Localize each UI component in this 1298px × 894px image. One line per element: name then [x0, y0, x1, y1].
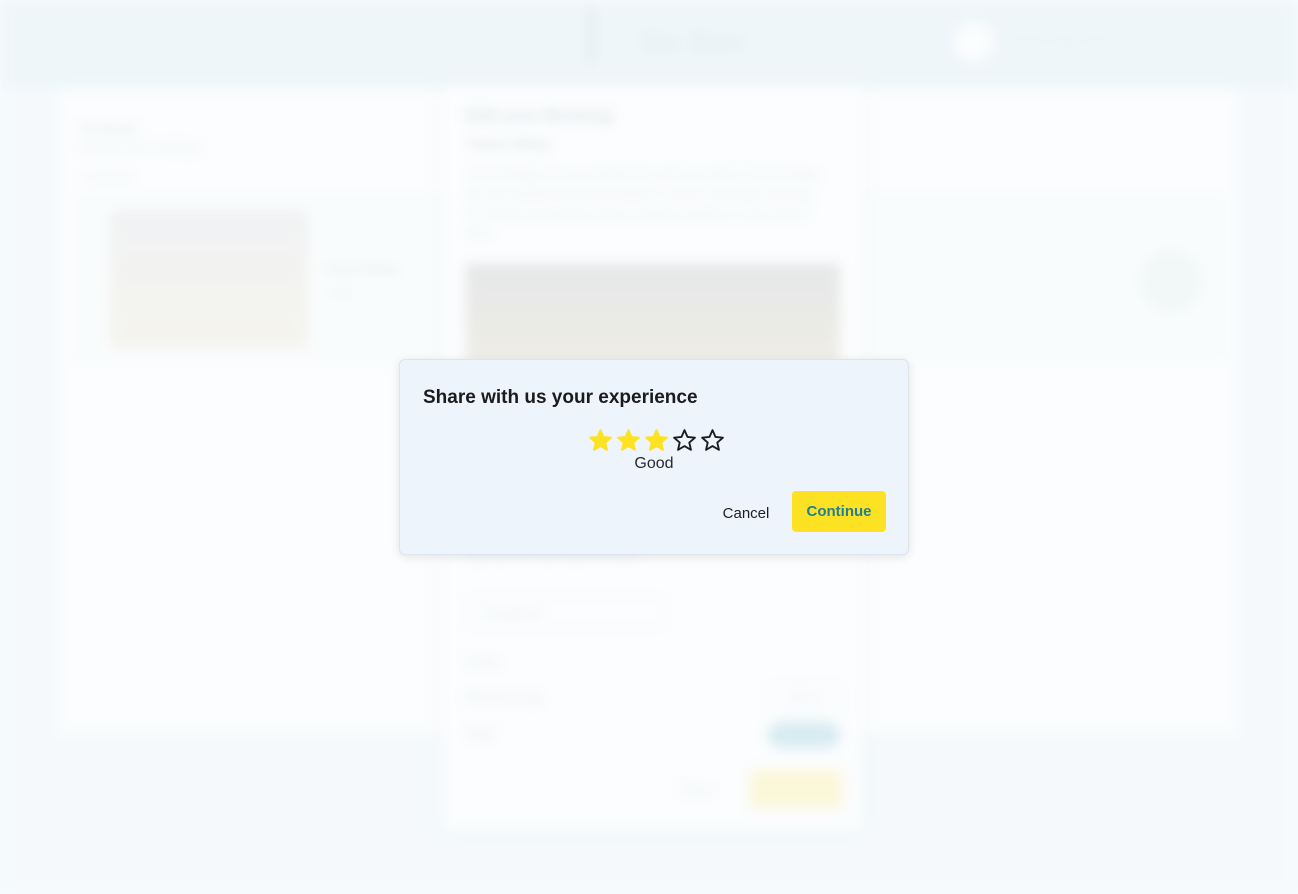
cancel-button[interactable]: Cancel	[710, 493, 782, 533]
page-title: Bookings	[80, 120, 138, 136]
listing-title: Tourist Sittling	[324, 262, 399, 276]
property-name: Tiwuk Sittlay	[466, 136, 552, 152]
dialog-title: Share with us your experience	[423, 387, 698, 408]
property-description: Tourist Sittlay lends an intimate life c…	[466, 167, 822, 241]
continue-button[interactable]: Continue	[792, 491, 886, 532]
brand-logo-icon	[588, 6, 628, 62]
listing-duration: 3 days	[324, 288, 357, 300]
property-photo	[466, 264, 840, 364]
top-navbar: Go Sun Sandra Klug Huber	[0, 0, 1298, 88]
star-filled-icon[interactable]	[642, 426, 670, 454]
rating-label: Good	[634, 455, 674, 472]
avatar[interactable]	[954, 22, 994, 62]
total-label: Total	[466, 726, 494, 741]
price-per-day-value: €60.00	[768, 684, 842, 712]
page-subtitle: Manage your bookings	[80, 140, 202, 154]
bookings-count: 1 booking	[80, 170, 133, 184]
price-per-day-label: Price per day	[466, 690, 543, 705]
star-rating[interactable]	[586, 426, 726, 454]
listing-thumbnail	[110, 210, 308, 348]
user-name: Sandra Klug Huber	[1006, 34, 1117, 49]
total-badge	[768, 722, 840, 748]
panel-title: Edit your Booking	[466, 106, 613, 125]
star-filled-icon[interactable]	[614, 426, 642, 454]
save-button[interactable]	[750, 770, 842, 808]
star-outline-icon[interactable]	[698, 426, 726, 454]
star-outline-icon[interactable]	[670, 426, 698, 454]
costs-heading: Costs	[466, 654, 500, 669]
close-button[interactable]: Close	[680, 782, 713, 797]
status-select[interactable]: Completed	[466, 596, 664, 628]
brand-name: Go Sun	[640, 26, 746, 57]
action-button[interactable]	[1140, 250, 1202, 312]
rating-dialog: Share with us your experience Good Cance…	[399, 359, 909, 555]
star-filled-icon[interactable]	[586, 426, 614, 454]
